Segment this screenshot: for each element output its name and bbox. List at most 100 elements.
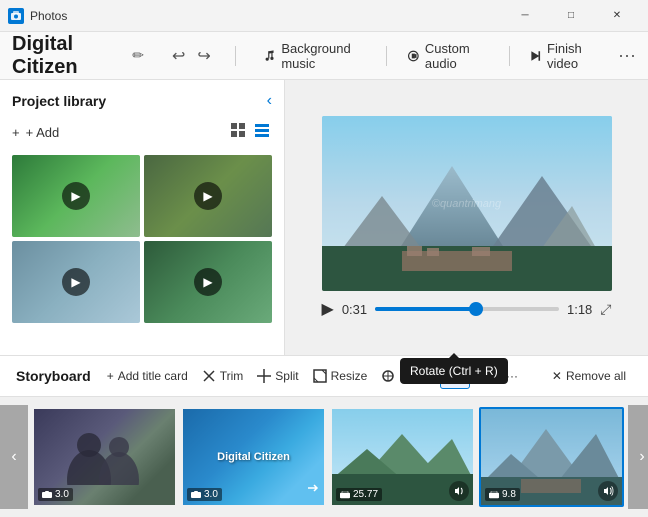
time-current: 0:31: [342, 302, 367, 317]
add-media-button[interactable]: + + Add: [12, 125, 59, 140]
preview-video: ©quantrimang: [322, 116, 612, 291]
storyboard-toolbar: Storyboard + Add title card Trim Split: [0, 355, 648, 397]
background-music-action[interactable]: Background music: [256, 37, 375, 75]
panel-collapse-icon[interactable]: ‹: [267, 92, 272, 110]
strip-item-1[interactable]: 3.0: [32, 407, 177, 507]
window-title: Photos: [30, 9, 502, 23]
media-item-1[interactable]: ▶: [12, 155, 140, 237]
split-button[interactable]: Split: [251, 365, 304, 387]
progress-fill: [375, 307, 476, 311]
strip-thumb-1: 3.0: [34, 409, 175, 505]
close-button[interactable]: ✕: [594, 0, 640, 32]
resize-icon: [313, 369, 327, 383]
preview-play-button[interactable]: ▶: [322, 299, 334, 319]
title-bar: Photos ─ □ ✕: [0, 0, 648, 32]
strip-item-4[interactable]: 9.8: [479, 407, 624, 507]
toolbar-separator: [235, 46, 236, 66]
add-label: + Add: [26, 125, 60, 140]
play-icon-3: ▶: [62, 268, 90, 296]
preview-controls: ▶ 0:31 1:18 ⤢: [322, 299, 612, 319]
strip-audio-4: [598, 481, 618, 501]
progress-thumb: [469, 302, 483, 316]
grid-view-button[interactable]: [228, 120, 248, 145]
strip-badge-4: 9.8: [485, 488, 520, 501]
finish-icon: [529, 48, 542, 64]
strip-badge-2: 3.0: [187, 488, 222, 501]
custom-audio-action[interactable]: Custom audio: [399, 37, 496, 75]
audio-icon: [407, 48, 420, 64]
time-total: 1:18: [567, 302, 592, 317]
app-window: Photos ─ □ ✕ Digital Citizen ✏ ↩ ↪ Backg…: [0, 0, 648, 517]
play-icon-2: ▶: [194, 182, 222, 210]
project-title: Digital Citizen: [12, 33, 118, 79]
strip-badge-3: 25.77: [336, 488, 382, 501]
filters-icon: [381, 369, 395, 383]
view-toggle: [228, 120, 272, 145]
people-silhouette: [34, 425, 175, 485]
minimize-button[interactable]: ─: [502, 0, 548, 32]
toolbar-separator3: [509, 46, 510, 66]
list-view-button[interactable]: [252, 120, 272, 145]
redo-button[interactable]: ↪: [193, 44, 214, 68]
rotate-tooltip: Rotate (Ctrl + R): [400, 358, 508, 384]
storyboard-strip: ‹ 3.0 Digital Citizen: [0, 397, 648, 517]
custom-audio-label: Custom audio: [425, 41, 489, 71]
background-music-label: Background music: [281, 41, 366, 71]
panel-title: Project library: [12, 93, 106, 109]
music-icon: [264, 48, 277, 64]
trim-label: Trim: [220, 369, 244, 383]
strip-nav-right[interactable]: ›: [628, 405, 648, 509]
top-toolbar: Digital Citizen ✏ ↩ ↪ Background music: [0, 32, 648, 80]
strip-thumb-2: Digital Citizen 3.0: [183, 409, 324, 505]
split-icon: [257, 369, 271, 383]
middle-row: Project library ‹ + + Add: [0, 80, 648, 355]
play-icon-4: ▶: [194, 268, 222, 296]
window-controls: ─ □ ✕: [502, 0, 640, 32]
edit-title-icon[interactable]: ✏: [132, 47, 144, 64]
undo-redo-group: ↩ ↪: [168, 44, 215, 68]
strip-badge-1: 3.0: [38, 488, 73, 501]
strip-audio-3: [449, 481, 469, 501]
remove-all-label: Remove all: [566, 369, 626, 383]
more-options-button[interactable]: ···: [618, 45, 636, 66]
add-bar: + + Add: [12, 120, 272, 145]
strip-item-3[interactable]: 25.77: [330, 407, 475, 507]
strip-arrow-2: [304, 480, 320, 501]
remove-all-button[interactable]: ✕ Remove all: [546, 365, 632, 387]
chevron-right-icon: ›: [639, 448, 644, 466]
strip-nav-left[interactable]: ‹: [0, 405, 28, 509]
resize-button[interactable]: Resize: [307, 365, 374, 387]
add-title-card-button[interactable]: + Add title card: [101, 365, 194, 387]
panel-header: Project library ‹: [12, 92, 272, 110]
strip-thumb-3: 25.77: [332, 409, 473, 505]
strip-thumb-4: 9.8: [481, 409, 622, 505]
media-item-3[interactable]: ▶: [12, 241, 140, 323]
add-title-icon: +: [107, 369, 114, 383]
resize-label: Resize: [331, 369, 368, 383]
media-item-4[interactable]: ▶: [144, 241, 272, 323]
more-icon: ···: [506, 369, 518, 383]
remove-all-icon: ✕: [552, 369, 562, 383]
app-icon: [8, 8, 24, 24]
trim-button[interactable]: Trim: [196, 365, 250, 387]
strip-text-overlay: Digital Citizen: [217, 451, 290, 463]
progress-bar[interactable]: [375, 307, 559, 311]
add-icon: +: [12, 125, 20, 140]
chevron-left-icon: ‹: [11, 448, 16, 466]
fullscreen-button[interactable]: ⤢: [600, 301, 611, 318]
play-icon-1: ▶: [62, 182, 90, 210]
undo-button[interactable]: ↩: [168, 44, 189, 68]
split-label: Split: [275, 369, 298, 383]
toolbar-separator2: [386, 46, 387, 66]
media-item-2[interactable]: ▶: [144, 155, 272, 237]
finish-video-action[interactable]: Finish video: [521, 37, 610, 75]
storyboard-label: Storyboard: [16, 368, 91, 384]
finish-video-label: Finish video: [547, 41, 602, 71]
maximize-button[interactable]: □: [548, 0, 594, 32]
preview-scene: [322, 116, 612, 291]
media-grid: ▶ ▶ ▶ ▶: [12, 155, 272, 323]
strip-item-2[interactable]: Digital Citizen 3.0: [181, 407, 326, 507]
preview-panel: ©quantrimang ▶ 0:31 1:18 ⤢: [285, 80, 648, 355]
project-library-panel: Project library ‹ + + Add: [0, 80, 285, 355]
add-title-label: Add title card: [118, 369, 188, 383]
